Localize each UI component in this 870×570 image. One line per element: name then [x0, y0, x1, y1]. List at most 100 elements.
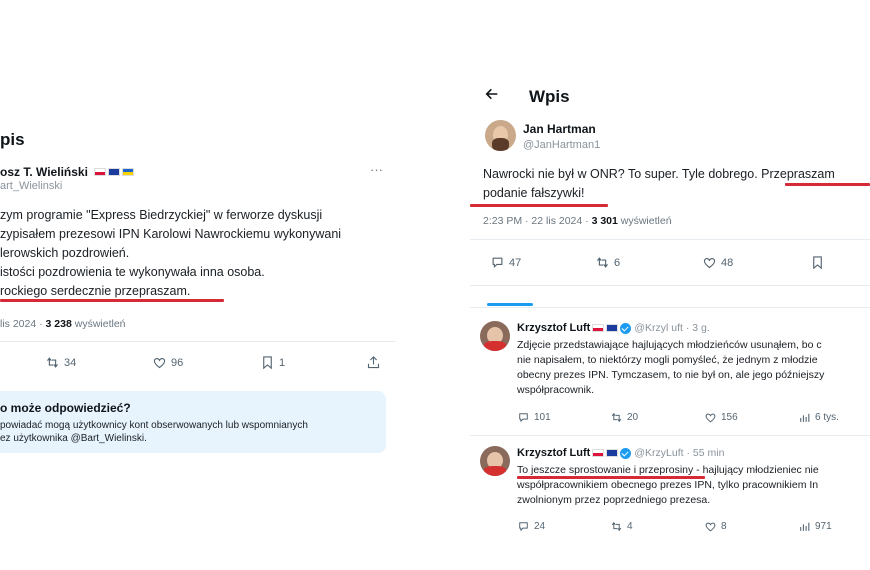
tweet-meta: lis 2024 · 3 238 wyświetleń [0, 318, 126, 330]
retweet-button[interactable]: 6 [595, 255, 620, 270]
reply-button[interactable]: 47 [490, 255, 521, 270]
retweet-button[interactable]: 20 [610, 411, 638, 424]
reply-author-name[interactable]: Krzysztof Luft [517, 447, 590, 459]
eu-flag-icon [606, 324, 619, 333]
reply-box-line: ez użytkownika @Bart_Wielinski. [0, 433, 147, 444]
eu-flag-icon [606, 449, 619, 458]
right-tweet-screenshot: Wpis Jan Hartman @JanHartman1 Nawrocki n… [470, 0, 870, 570]
avatar[interactable] [480, 446, 510, 476]
tweet-date: lis 2024 · [0, 318, 46, 330]
reply-button[interactable]: 24 [517, 520, 545, 533]
reply-button[interactable]: 101 [517, 411, 551, 424]
divider [470, 307, 870, 308]
red-underline [785, 183, 870, 186]
views-label: wyświetleń [71, 318, 126, 330]
bookmark-count: 1 [279, 356, 286, 369]
more-options-icon[interactable]: ··· [370, 162, 383, 177]
tab-indicator [487, 303, 533, 306]
analytics-icon [800, 522, 810, 531]
page-title: Wpis [529, 87, 570, 106]
poland-flag-icon [592, 449, 605, 458]
comment-icon [519, 413, 528, 422]
eu-flag-icon [108, 167, 121, 176]
like-count: 96 [171, 356, 184, 369]
page-title: pis [0, 130, 25, 149]
heart-icon [153, 358, 166, 369]
divider [470, 435, 870, 436]
retweet-button[interactable]: 4 [610, 520, 633, 533]
poland-flag-icon [94, 167, 107, 176]
avatar[interactable] [480, 321, 510, 351]
poland-flag-icon [592, 324, 605, 333]
heart-icon [703, 258, 716, 269]
reply-count: 101 [534, 412, 551, 423]
tweet-date: 2:23 PM · 22 lis 2024 · [483, 215, 592, 227]
views-count: 3 238 [45, 318, 72, 330]
retweet-icon [597, 257, 608, 268]
divider [470, 285, 870, 286]
reply-line: obecny prezes IPN. Tymczasem, to nie był… [517, 369, 825, 381]
views-button[interactable]: 6 tys. [798, 411, 839, 424]
views-count: 971 [815, 521, 832, 532]
verified-badge-icon [620, 447, 632, 459]
comment-icon [519, 522, 528, 531]
bookmark-button[interactable]: 1 [260, 355, 285, 370]
views-button[interactable]: 971 [798, 520, 832, 533]
red-underline [517, 476, 705, 479]
heart-icon [705, 522, 716, 532]
reply-author-name[interactable]: Krzysztof Luft [517, 322, 590, 334]
tweet-text: Nawrocki nie był w ONR? To super. Tyle d… [483, 165, 835, 203]
tweet-line: istości pozdrowienia te wykonywała inna … [0, 265, 265, 279]
retweet-icon [611, 412, 622, 423]
like-count: 156 [721, 412, 738, 423]
left-tweet-screenshot: pis osz T. Wieliński art_Wielinski ··· z… [0, 0, 396, 570]
reply-handle-time: @Krzyl uft · 3 g. [634, 322, 710, 334]
author-name[interactable]: osz T. Wieliński [0, 165, 88, 179]
retweet-button[interactable]: 34 [45, 355, 76, 370]
retweet-count: 20 [627, 412, 639, 423]
views-count: 3 301 [591, 215, 618, 227]
red-underline [470, 204, 608, 207]
tweet-text: zym programie "Express Biedrzyckiej" w f… [0, 206, 341, 301]
analytics-icon [800, 413, 810, 422]
author-handle[interactable]: art_Wielinski [0, 180, 62, 192]
retweet-count: 6 [614, 256, 621, 269]
retweet-count: 34 [64, 356, 77, 369]
bookmark-icon [813, 256, 822, 270]
bookmark-icon [263, 356, 272, 370]
reply-header: Krzysztof Luft @Krzyl uft · 3 g. [517, 322, 710, 334]
verified-badge-icon [620, 322, 632, 334]
reply-line: zwolnionym przez poprzedniego prezesa. [517, 494, 711, 506]
tweet-line: Nawrocki nie był w ONR? To super. Tyle d… [483, 167, 835, 181]
author-handle[interactable]: @JanHartman1 [523, 139, 600, 151]
avatar[interactable] [485, 120, 516, 151]
reply-header: Krzysztof Luft @KrzyLuft · 55 min [517, 447, 724, 459]
comment-icon [492, 257, 503, 268]
like-button[interactable]: 8 [704, 520, 727, 533]
author-block[interactable]: osz T. Wieliński [0, 163, 135, 181]
red-underline [0, 299, 224, 302]
tweet-line: lerowskich pozdrowień. [0, 246, 130, 260]
reply-box-title: o może odpowiedzieć? [0, 401, 131, 415]
views-label: wyświetleń [617, 215, 672, 227]
divider [0, 341, 396, 342]
bookmark-button[interactable] [810, 255, 825, 270]
back-button[interactable] [484, 86, 500, 107]
tweet-line: podanie fałszywki! [483, 186, 585, 200]
divider [470, 239, 870, 240]
reply-count: 47 [509, 256, 522, 269]
reply-line: nie napisałem, to niektórzy mogli pomyśl… [517, 354, 818, 366]
author-name[interactable]: Jan Hartman [523, 122, 596, 136]
tweet-line: zypisałem prezesowi IPN Karolowi Nawrock… [0, 227, 342, 241]
like-button[interactable]: 96 [152, 355, 183, 370]
like-button[interactable]: 48 [702, 255, 733, 270]
arrow-left-icon [485, 88, 498, 100]
retweet-icon [611, 521, 622, 532]
share-button[interactable] [366, 355, 381, 370]
reply-text: To jeszcze sprostowanie i przeprosiny - … [517, 463, 819, 508]
ukraine-flag-icon [122, 167, 135, 176]
retweet-count: 4 [627, 521, 633, 532]
like-button[interactable]: 156 [704, 411, 738, 424]
retweet-icon [47, 357, 58, 368]
tweet-line: zym programie "Express Biedrzyckiej" w f… [0, 208, 323, 222]
